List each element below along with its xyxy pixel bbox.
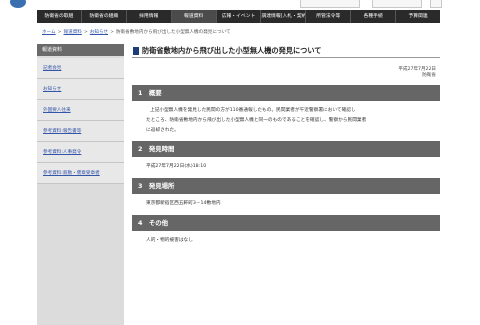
sidebar: 報道資料 記者会見 お知らせ 外国要人往来 参考資料:報告書等 参考資料:人事発…: [37, 44, 124, 325]
page-title-text: 防衛省敷地内から飛び出した小型無人機の発見について: [142, 46, 322, 55]
body-text-line: 上記小型無人機を発見した民間の方が110番通報したもの。民間業者が午近警察署にお…: [150, 108, 356, 113]
nav-item-procedures[interactable]: 各種手続: [351, 10, 397, 23]
section-body: 人的・物的被害はなし: [132, 231, 440, 251]
body-text-line: 東京都新宿区西五軒町3－14敷地内: [146, 201, 221, 206]
nav-item-initiatives[interactable]: 防衛省の取組: [37, 10, 82, 23]
body-text-line: 平成27年7月22日(水)18:10: [146, 164, 207, 169]
body-text-line: に返却された。: [146, 128, 179, 133]
top-utility-box[interactable]: [372, 0, 422, 8]
breadcrumb-notices[interactable]: お知らせ: [90, 30, 108, 35]
section-discovery-time: 2 発見時間 平成27年7月22日(水)18:10: [132, 141, 440, 178]
global-nav: 防衛省の取組 防衛省の組織 採用情報 報道資料 広報・イベント 調達情報(入札・…: [37, 10, 440, 23]
sidebar-heading: 報道資料: [37, 44, 124, 56]
section-body: 東京都新宿区西五軒町3－14敷地内: [132, 194, 440, 215]
sidebar-item-decorations[interactable]: 参考資料:叙勲・褒章受章者: [37, 163, 124, 184]
site-logo[interactable]: [10, 0, 26, 8]
nav-item-organization[interactable]: 防衛省の組織: [82, 10, 127, 23]
top-utility-box[interactable]: [430, 0, 442, 8]
sidebar-item-press-conferences[interactable]: 記者会見: [37, 58, 124, 79]
sidebar-item-notices[interactable]: お知らせ: [37, 79, 124, 100]
breadcrumb-home[interactable]: ホーム: [42, 30, 56, 35]
section-heading: 1 概要: [132, 85, 440, 101]
nav-item-laws[interactable]: 所管法令等: [306, 10, 352, 23]
breadcrumb-separator: >: [110, 30, 114, 35]
sidebar-item-foreign-dignitaries[interactable]: 外国要人往来: [37, 100, 124, 121]
nav-item-budget[interactable]: 予算関連: [396, 10, 440, 23]
breadcrumb-separator: >: [57, 30, 62, 35]
nav-item-procurement[interactable]: 調達情報(入札・契約): [261, 10, 307, 23]
section-heading: 2 発見時間: [132, 141, 440, 157]
nav-item-pr-events[interactable]: 広報・イベント: [217, 10, 262, 23]
top-strip: [0, 0, 480, 10]
section-overview: 1 概要 上記小型無人機を発見した民間の方が110番通報したもの。民間業者が午近…: [132, 85, 440, 141]
section-heading: 3 発見場所: [132, 178, 440, 194]
section-body: 上記小型無人機を発見した民間の方が110番通報したもの。民間業者が午近警察署にお…: [132, 101, 440, 141]
publishing-organization: 防衛省: [422, 73, 436, 78]
breadcrumb-current: 防衛省敷地内から飛び出した小型無人機の発見について: [115, 30, 231, 35]
main-content: 防衛省敷地内から飛び出した小型無人機の発見について 平成27年7月22日 防衛省…: [132, 44, 440, 251]
body-text-line: たところ、防衛省敷地内から飛び出した小型無人機と同一のものであることを確認し、警…: [146, 118, 367, 123]
section-discovery-location: 3 発見場所 東京都新宿区西五軒町3－14敷地内: [132, 178, 440, 215]
breadcrumb-press-releases[interactable]: 報道資料: [64, 30, 82, 35]
top-utility-box[interactable]: [300, 0, 360, 8]
title-marker: [133, 47, 139, 55]
body-text-line: 人的・物的被害はなし: [146, 238, 193, 243]
breadcrumb: ホーム > 報道資料 > お知らせ > 防衛省敷地内から飛び出した小型無人機の発見について: [42, 29, 231, 35]
section-body: 平成27年7月22日(水)18:10: [132, 157, 440, 178]
sidebar-item-personnel[interactable]: 参考資料:人事発令: [37, 142, 124, 163]
nav-item-press-releases[interactable]: 報道資料: [171, 10, 217, 23]
section-other: 4 その他 人的・物的被害はなし: [132, 215, 440, 251]
page-title: 防衛省敷地内から飛び出した小型無人機の発見について: [132, 44, 440, 58]
breadcrumb-separator: >: [83, 30, 88, 35]
section-heading: 4 その他: [132, 215, 440, 231]
nav-item-recruitment[interactable]: 採用情報: [127, 10, 172, 23]
sidebar-item-reports[interactable]: 参考資料:報告書等: [37, 121, 124, 142]
